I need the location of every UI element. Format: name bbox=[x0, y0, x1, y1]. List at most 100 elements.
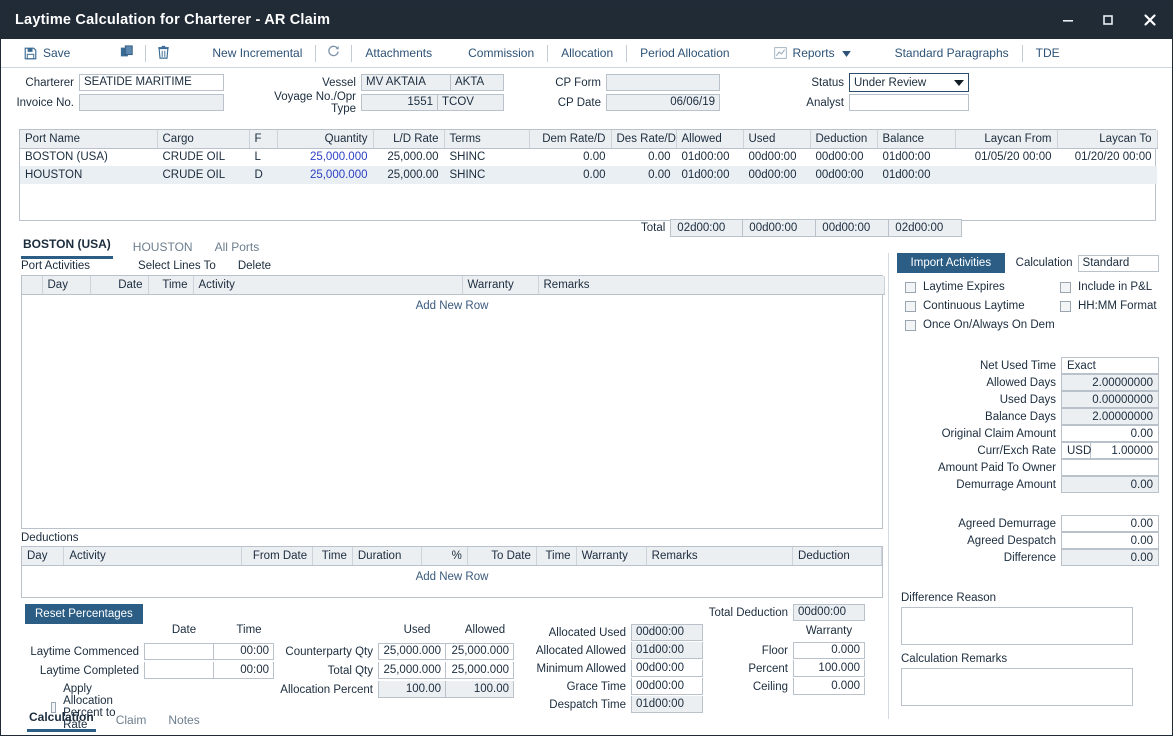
col-port-name[interactable]: Port Name bbox=[20, 130, 157, 148]
col-laycan-from[interactable]: Laycan From bbox=[955, 130, 1057, 148]
tde-button[interactable]: TDE bbox=[1025, 39, 1071, 68]
allocation-button[interactable]: Allocation bbox=[550, 39, 624, 68]
percent-input[interactable]: 100.000 bbox=[793, 660, 865, 677]
counterparty-qty-allowed-input[interactable]: 25,000.000 bbox=[446, 643, 514, 660]
col-time-from[interactable]: Time bbox=[313, 547, 353, 565]
col-time[interactable]: Time bbox=[148, 276, 193, 294]
col-balance[interactable]: Balance bbox=[877, 130, 955, 148]
col-day[interactable]: Day bbox=[42, 276, 90, 294]
period-allocation-button[interactable]: Period Allocation bbox=[629, 39, 740, 68]
col-warranty[interactable]: Warranty bbox=[576, 547, 646, 565]
hhmm-format-checkbox[interactable]: HH:MM Format bbox=[1060, 300, 1157, 312]
col-des-rate[interactable]: Des Rate/D bbox=[611, 130, 676, 148]
tab-boston-usa[interactable]: BOSTON (USA) bbox=[21, 235, 113, 259]
total-qty-used-input[interactable]: 25,000.000 bbox=[378, 662, 446, 679]
col-select[interactable] bbox=[22, 276, 42, 294]
col-deduction[interactable]: Deduction bbox=[810, 130, 877, 148]
toolbar-divider-4 bbox=[547, 45, 548, 62]
col-remarks[interactable]: Remarks bbox=[538, 276, 884, 294]
grace-time-input[interactable]: 00d00:00 bbox=[631, 678, 703, 695]
select-lines-to-label: Select Lines To bbox=[138, 260, 216, 272]
total-qty-allowed-input[interactable]: 25,000.000 bbox=[446, 662, 514, 679]
agreed-despatch-input[interactable]: 0.00 bbox=[1061, 532, 1159, 549]
activities-add-new-row[interactable]: Add New Row bbox=[22, 295, 882, 312]
cp-form-input[interactable] bbox=[606, 74, 720, 91]
opr-type-input[interactable]: TCOV bbox=[438, 94, 504, 111]
close-icon[interactable] bbox=[1128, 1, 1172, 39]
minimum-allowed-input[interactable]: 00d00:00 bbox=[631, 660, 703, 677]
copy-button[interactable] bbox=[111, 39, 143, 68]
laytime-commenced-date-input[interactable] bbox=[144, 643, 214, 660]
col-terms[interactable]: Terms bbox=[444, 130, 529, 148]
difference-reason-textarea[interactable] bbox=[901, 607, 1133, 645]
include-in-pl-checkbox[interactable]: Include in P&L bbox=[1060, 281, 1152, 293]
col-day[interactable]: Day bbox=[22, 547, 64, 565]
application-window: Laytime Calculation for Charterer - AR C… bbox=[0, 0, 1173, 736]
save-button[interactable]: Save bbox=[13, 39, 81, 68]
amount-paid-input[interactable] bbox=[1061, 459, 1159, 476]
col-used[interactable]: Used bbox=[743, 130, 810, 148]
currency-input[interactable]: USD bbox=[1061, 442, 1091, 459]
invoice-input[interactable] bbox=[79, 94, 224, 111]
tab-calculation[interactable]: Calculation bbox=[27, 708, 96, 732]
exchange-rate-input[interactable]: 1.00000 bbox=[1091, 442, 1159, 459]
col-remarks[interactable]: Remarks bbox=[646, 547, 792, 565]
status-select[interactable]: Under Review bbox=[849, 73, 969, 92]
vessel-code-input[interactable]: AKTA bbox=[451, 74, 504, 91]
reports-button[interactable]: Reports bbox=[763, 39, 862, 68]
reset-percentages-button[interactable]: Reset Percentages bbox=[25, 604, 143, 624]
once-on-always-on-dem-checkbox[interactable]: Once On/Always On Dem bbox=[905, 319, 1055, 331]
floor-input[interactable]: 0.000 bbox=[793, 642, 865, 659]
col-from-date[interactable]: From Date bbox=[242, 547, 313, 565]
col-quantity[interactable]: Quantity bbox=[277, 130, 373, 148]
table-row[interactable]: BOSTON (USA) CRUDE OIL L 25,000.000 25,0… bbox=[20, 148, 1157, 166]
new-incremental-button[interactable]: New Incremental bbox=[201, 39, 313, 68]
laytime-completed-date-input[interactable] bbox=[144, 662, 214, 679]
tab-all-ports[interactable]: All Ports bbox=[213, 238, 262, 259]
col-activity[interactable]: Activity bbox=[64, 547, 242, 565]
refresh-button[interactable] bbox=[318, 39, 349, 68]
vessel-input[interactable]: MV AKTAIA bbox=[361, 74, 451, 91]
minimize-icon[interactable] bbox=[1048, 1, 1088, 39]
col-allowed[interactable]: Allowed bbox=[676, 130, 743, 148]
delete-button[interactable] bbox=[148, 39, 179, 68]
cp-date-input[interactable]: 06/06/19 bbox=[606, 94, 720, 111]
laytime-expires-checkbox[interactable]: Laytime Expires bbox=[905, 281, 1005, 293]
agreed-demurrage-input[interactable]: 0.00 bbox=[1061, 515, 1159, 532]
voyage-input[interactable]: 1551 bbox=[361, 94, 438, 111]
col-cargo[interactable]: Cargo bbox=[157, 130, 249, 148]
deductions-add-new-row[interactable]: Add New Row bbox=[22, 566, 882, 583]
counterparty-qty-used-input[interactable]: 25,000.000 bbox=[378, 643, 446, 660]
ceiling-input[interactable]: 0.000 bbox=[793, 678, 865, 695]
standard-paragraphs-button[interactable]: Standard Paragraphs bbox=[884, 39, 1020, 68]
calculation-remarks-textarea[interactable] bbox=[901, 668, 1133, 706]
calculation-type-input[interactable]: Standard bbox=[1078, 255, 1159, 272]
col-percent[interactable]: % bbox=[421, 547, 467, 565]
attachments-button[interactable]: Attachments bbox=[354, 39, 443, 68]
continuous-laytime-checkbox[interactable]: Continuous Laytime bbox=[905, 300, 1025, 312]
net-used-time-input[interactable]: Exact bbox=[1061, 357, 1159, 374]
col-laycan-to[interactable]: Laycan To bbox=[1057, 130, 1157, 148]
col-time-to[interactable]: Time bbox=[536, 547, 576, 565]
col-duration[interactable]: Duration bbox=[352, 547, 421, 565]
analyst-input[interactable] bbox=[849, 94, 969, 111]
col-dem-rate[interactable]: Dem Rate/D bbox=[529, 130, 611, 148]
col-f[interactable]: F bbox=[249, 130, 277, 148]
tab-claim[interactable]: Claim bbox=[114, 711, 149, 732]
col-warranty[interactable]: Warranty bbox=[462, 276, 538, 294]
tab-houston[interactable]: HOUSTON bbox=[131, 238, 195, 259]
import-activities-button[interactable]: Import Activities bbox=[897, 253, 1005, 273]
commission-button[interactable]: Commission bbox=[457, 39, 545, 68]
charterer-input[interactable]: SEATIDE MARITIME bbox=[79, 74, 224, 91]
table-row[interactable]: HOUSTON CRUDE OIL D 25,000.000 25,000.00… bbox=[20, 166, 1157, 184]
col-deduction[interactable]: Deduction bbox=[793, 547, 882, 565]
col-date[interactable]: Date bbox=[90, 276, 148, 294]
col-to-date[interactable]: To Date bbox=[467, 547, 536, 565]
original-claim-input[interactable]: 0.00 bbox=[1061, 425, 1159, 442]
maximize-icon[interactable] bbox=[1088, 1, 1128, 39]
col-ld-rate[interactable]: L/D Rate bbox=[373, 130, 444, 148]
col-activity[interactable]: Activity bbox=[193, 276, 462, 294]
tab-notes[interactable]: Notes bbox=[166, 711, 201, 732]
delete-link[interactable]: Delete bbox=[238, 260, 271, 272]
refresh-icon bbox=[327, 45, 340, 61]
